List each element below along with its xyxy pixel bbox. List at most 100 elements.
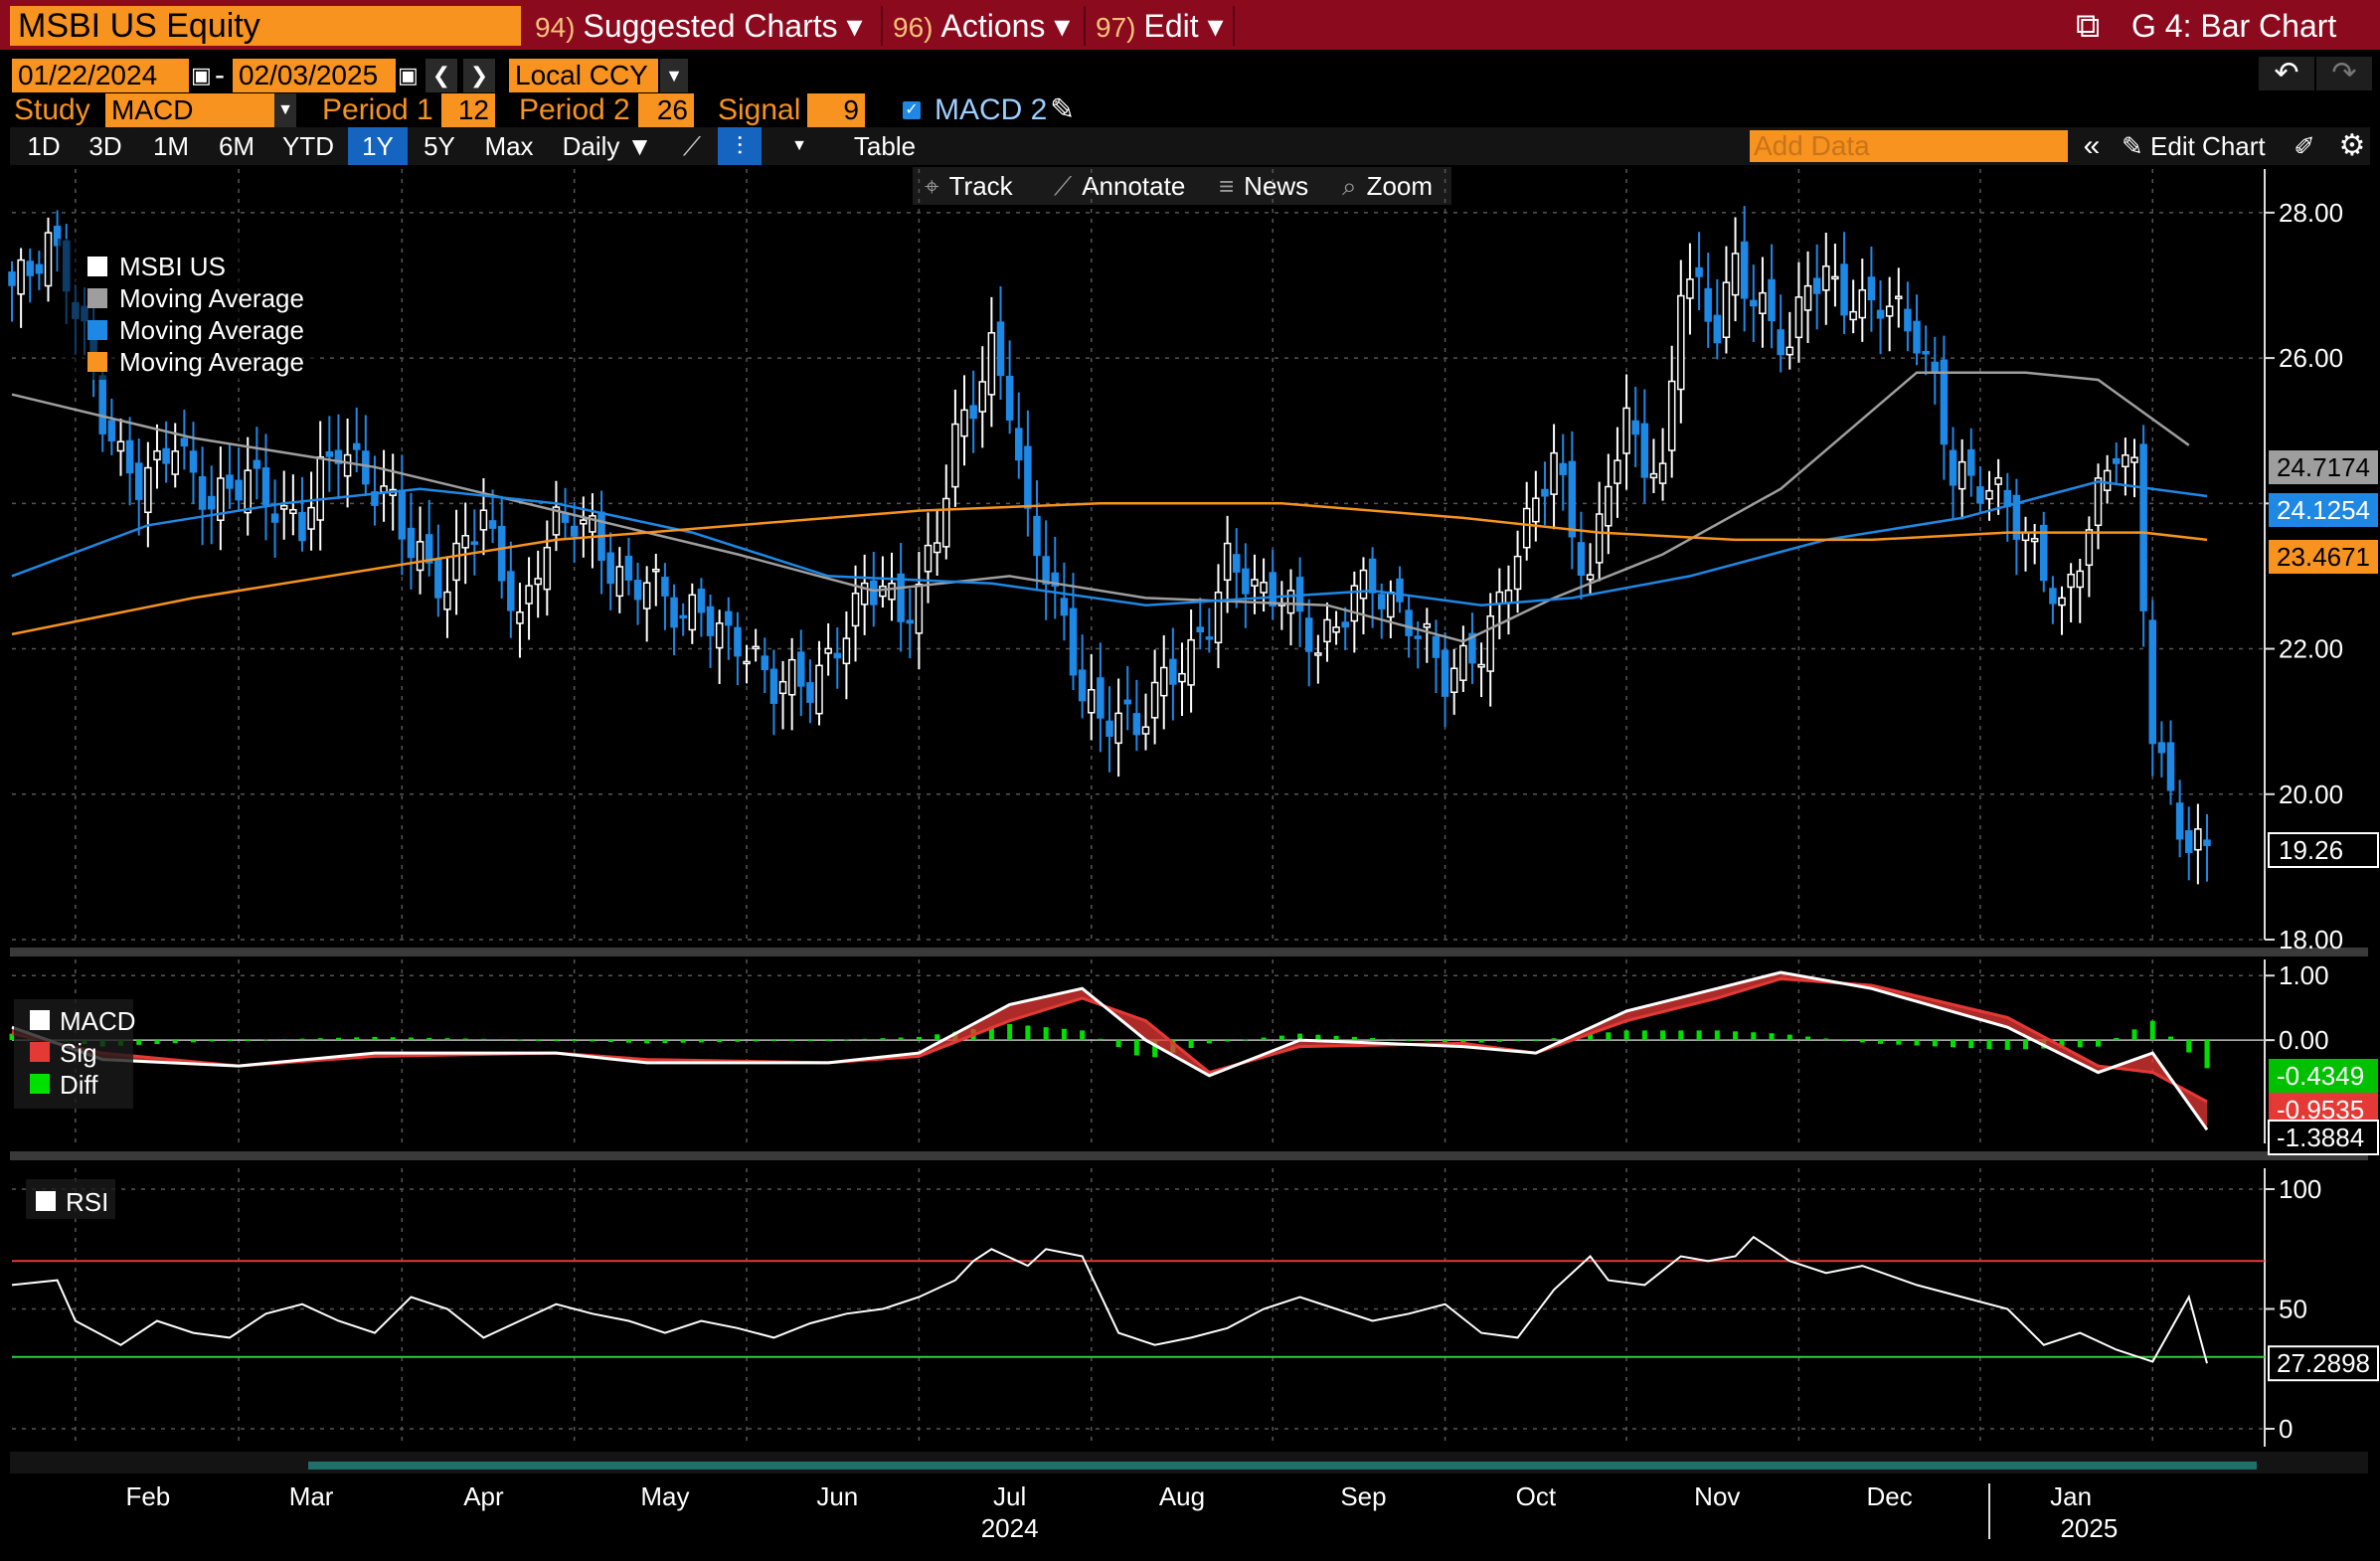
moving-average-fast-line <box>11 371 2190 643</box>
candle-body <box>1522 507 1531 549</box>
candle-body <box>398 489 407 540</box>
candle-body <box>1097 677 1105 719</box>
candle-body <box>325 450 334 457</box>
candle-body <box>815 664 823 715</box>
candle-body <box>1595 513 1604 564</box>
candle-body <box>107 420 116 441</box>
legend-label: MACD <box>60 1006 136 1036</box>
diff-bar <box>426 1037 432 1041</box>
chart-area[interactable]: 28.0026.0024.0022.0020.0018.0024.717424.… <box>0 0 2380 1561</box>
diff-bar <box>1623 1030 1629 1041</box>
candle-body <box>116 440 125 452</box>
candle-body <box>697 588 706 613</box>
candle-body <box>1622 407 1630 454</box>
candle-body <box>2130 456 2138 463</box>
candle-body <box>806 682 814 703</box>
diff-bar <box>789 1040 795 1042</box>
candle-body <box>1069 607 1078 676</box>
diff-bar <box>154 1040 160 1045</box>
diff-bar <box>1769 1033 1775 1041</box>
candle-body <box>434 558 442 599</box>
candle-body <box>1803 284 1812 311</box>
candle-body <box>1722 281 1731 338</box>
candle-body <box>1759 291 1767 315</box>
candle-body <box>1831 275 1839 280</box>
candle-body <box>2194 828 2202 851</box>
candle-body <box>978 381 987 413</box>
diff-bar <box>462 1038 468 1041</box>
candle-body <box>2040 524 2048 582</box>
candle-body <box>1605 485 1613 527</box>
diff-bar <box>825 1040 831 1042</box>
candle-body <box>1377 594 1386 609</box>
candle-body <box>2139 443 2147 611</box>
diff-bar <box>916 1036 922 1041</box>
candle-body <box>787 658 796 696</box>
diff-bar <box>1007 1023 1013 1041</box>
diff-bar <box>1025 1025 1031 1041</box>
diff-bar <box>390 1037 396 1041</box>
candle-body <box>924 544 933 573</box>
diff-bar <box>680 1040 686 1043</box>
candle-body <box>824 647 832 654</box>
candle-body <box>1432 635 1441 658</box>
candle-body <box>1731 253 1740 296</box>
diff-bar <box>1786 1034 1792 1041</box>
price-panel: 28.0026.0024.0022.0020.0018.0024.717424.… <box>8 198 2379 954</box>
x-month-label: Apr <box>463 1481 504 1511</box>
candle-body <box>1667 380 1676 451</box>
candle-body <box>180 437 189 447</box>
diff-bar <box>1914 1040 1920 1046</box>
candle-body <box>897 573 905 622</box>
candle-body <box>352 442 361 450</box>
candle-body <box>769 668 778 704</box>
candle-body <box>951 423 959 488</box>
candle-body <box>1985 489 1993 500</box>
candle-body <box>362 450 370 485</box>
candle-body <box>125 439 134 474</box>
candle-body <box>226 474 234 489</box>
candle-body <box>1895 295 1903 299</box>
diff-bar <box>862 1038 868 1041</box>
diff-bar <box>1733 1031 1739 1041</box>
candle-body <box>1750 299 1758 307</box>
candle-body <box>416 541 425 572</box>
candle-body <box>1187 638 1195 686</box>
candle-body <box>1904 308 1912 332</box>
diff-bar <box>1333 1035 1339 1041</box>
candle-body <box>162 447 170 464</box>
diff-bar <box>408 1037 414 1041</box>
candle-body <box>870 580 878 606</box>
candle-body <box>235 479 243 501</box>
candle-body <box>1541 488 1549 497</box>
candle-body <box>507 571 515 611</box>
diff-bar <box>1805 1036 1811 1041</box>
candle-body <box>289 508 297 515</box>
candle-body <box>1495 591 1504 605</box>
diff-bar <box>209 1040 215 1042</box>
legend-label: RSI <box>66 1187 108 1217</box>
candle-body <box>488 520 497 529</box>
candle-body <box>1105 720 1113 737</box>
candle-body <box>1532 497 1540 523</box>
last-value-ma-mid: 24.1254 <box>2277 495 2370 525</box>
candle-body <box>452 542 460 582</box>
candle-body <box>1042 556 1050 586</box>
x-month-label: Jun <box>816 1481 858 1511</box>
moving-average-slow-line <box>11 502 2208 636</box>
candle-body <box>1840 263 1848 316</box>
diff-bar <box>843 1039 849 1041</box>
diff-bar <box>1878 1040 1884 1044</box>
diff-bar <box>172 1040 178 1044</box>
scroll-thumb <box>308 1462 2257 1470</box>
candle-body <box>1876 309 1885 319</box>
candle-body <box>2157 742 2166 754</box>
y-tick-label: 26.00 <box>2279 343 2343 373</box>
candle-body <box>1586 574 1595 581</box>
candle-body <box>1686 278 1694 299</box>
candle-body <box>1078 669 1087 702</box>
diff-bar <box>1098 1038 1104 1041</box>
diff-bar <box>1225 1040 1231 1042</box>
diff-bar <box>227 1040 233 1042</box>
legend-swatch <box>87 257 107 276</box>
